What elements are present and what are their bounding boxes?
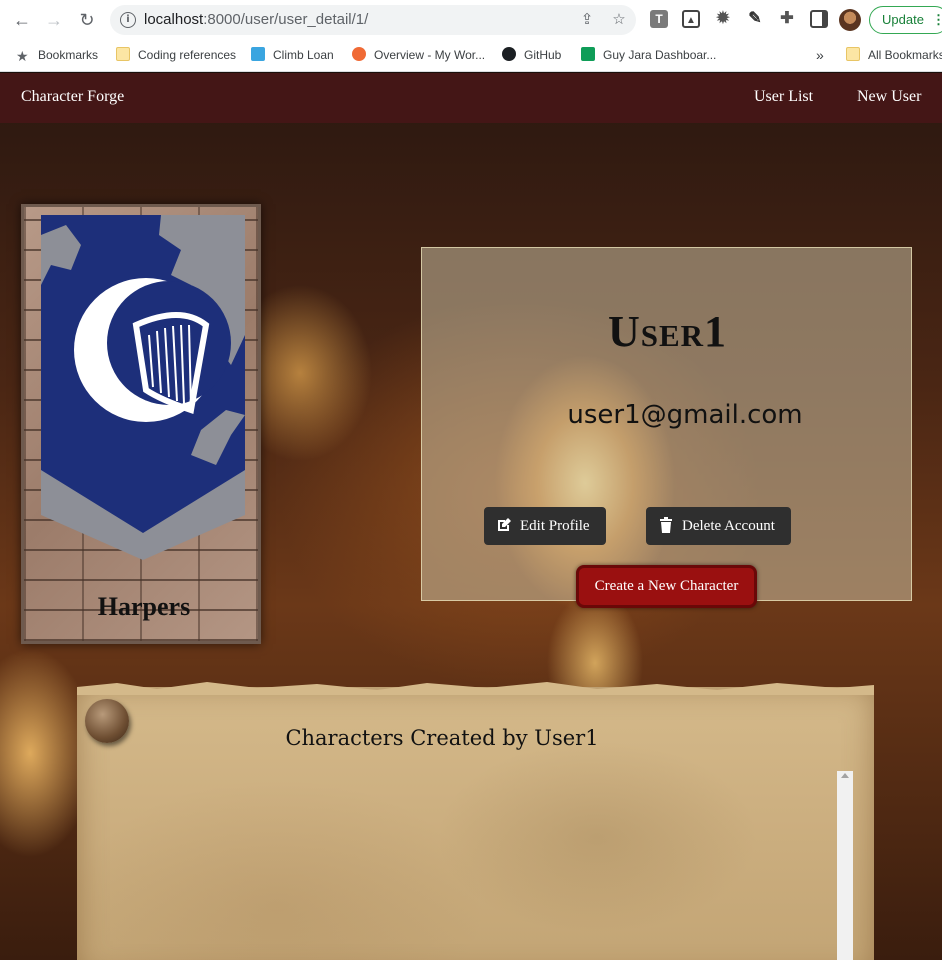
gear-extension-icon[interactable]: ✹ — [714, 10, 732, 28]
bookmark-label: Guy Jara Dashboar... — [603, 48, 717, 62]
folder-icon — [116, 47, 130, 61]
share-icon[interactable]: ⇪ — [578, 11, 596, 29]
nav-user-list[interactable]: User List — [754, 88, 813, 106]
bookmark-label: All Bookmarks — [868, 48, 942, 62]
bookmark-label: GitHub — [524, 48, 562, 62]
bookmark-overview[interactable]: Overview - My Wor... — [352, 47, 485, 63]
star-filled-icon: ★ — [16, 48, 29, 64]
profile-card: User1 user1@gmail.com Edit Profile Delet… — [421, 247, 912, 601]
url-path: :8000/user/user_detail/1/ — [203, 11, 369, 28]
star-icon[interactable]: ☆ — [610, 11, 628, 29]
bookmark-climb-loan[interactable]: Climb Loan — [251, 47, 334, 63]
faction-banner: Harpers — [21, 204, 261, 644]
bookmark-bookmarks[interactable]: ★ Bookmarks — [16, 47, 98, 63]
edit-profile-button[interactable]: Edit Profile — [484, 507, 606, 545]
character-list[interactable] — [89, 771, 833, 960]
bookmark-guy-jara-dashboard[interactable]: Guy Jara Dashboar... — [581, 47, 716, 63]
bookmark-label: Coding references — [138, 48, 237, 62]
trash-icon — [660, 517, 672, 533]
climb-loan-icon — [251, 47, 265, 61]
character-list-scrollbar[interactable] — [837, 771, 853, 960]
github-icon — [502, 47, 516, 61]
eyedropper-icon[interactable]: ✎ — [746, 10, 764, 28]
address-bar[interactable]: i localhost:8000/user/user_detail/1/ ⇪ ☆ — [110, 5, 636, 35]
site-info-icon[interactable]: i — [120, 12, 136, 28]
image-extension-icon[interactable]: ▲ — [682, 10, 700, 28]
page-content: Character Forge User List New User Harpe… — [0, 73, 942, 960]
update-button[interactable]: Update ⋮ — [869, 6, 942, 34]
banner-title: Harpers — [97, 592, 191, 621]
bookmarks-bar: ★ Bookmarks Coding references Climb Loan … — [0, 40, 942, 72]
nav-new-user[interactable]: New User — [857, 88, 921, 106]
site-navbar: Character Forge User List New User — [0, 73, 942, 123]
torn-edge — [77, 682, 874, 695]
sheets-icon — [581, 47, 595, 61]
profile-username: User1 — [607, 307, 728, 356]
bookmark-label: Overview - My Wor... — [374, 48, 486, 62]
t-extension-icon[interactable]: T — [650, 10, 668, 28]
side-panel-icon[interactable] — [810, 10, 828, 28]
bookmark-label: Climb Loan — [273, 48, 334, 62]
bookmark-coding-references[interactable]: Coding references — [116, 47, 236, 63]
bookmarks-overflow-icon[interactable]: » — [816, 47, 824, 63]
folder-icon — [846, 47, 860, 61]
browser-toolbar: ← → ↻ i localhost:8000/user/user_detail/… — [0, 0, 942, 40]
forward-icon[interactable]: → — [42, 8, 66, 32]
profile-email: user1@gmail.com — [567, 400, 803, 430]
brand-link[interactable]: Character Forge — [21, 88, 124, 106]
menu-dots-icon[interactable]: ⋮ — [932, 7, 942, 33]
url-host: localhost — [144, 11, 204, 28]
reload-icon[interactable]: ↻ — [75, 8, 99, 32]
delete-account-button[interactable]: Delete Account — [646, 507, 791, 545]
create-character-button[interactable]: Create a New Character — [576, 565, 757, 608]
address-url[interactable]: localhost:8000/user/user_detail/1/ — [144, 11, 368, 28]
harpers-emblem — [41, 215, 245, 560]
edit-profile-label: Edit Profile — [520, 518, 590, 534]
edit-icon — [498, 518, 511, 531]
scroll-up-arrow-icon[interactable] — [841, 773, 849, 778]
bookmark-github[interactable]: GitHub — [502, 47, 561, 63]
characters-panel: Characters Created by User1 — [77, 682, 874, 960]
overview-icon — [352, 47, 366, 61]
update-label: Update — [882, 12, 924, 27]
bookmark-all-bookmarks[interactable]: All Bookmarks — [846, 47, 942, 63]
bookmark-label: Bookmarks — [38, 48, 99, 62]
characters-heading: Characters Created by User1 — [285, 726, 599, 750]
puzzle-extensions-icon[interactable]: ✚ — [778, 10, 796, 28]
back-icon[interactable]: ← — [10, 8, 34, 32]
delete-account-label: Delete Account — [682, 518, 775, 534]
profile-avatar[interactable] — [839, 9, 861, 31]
